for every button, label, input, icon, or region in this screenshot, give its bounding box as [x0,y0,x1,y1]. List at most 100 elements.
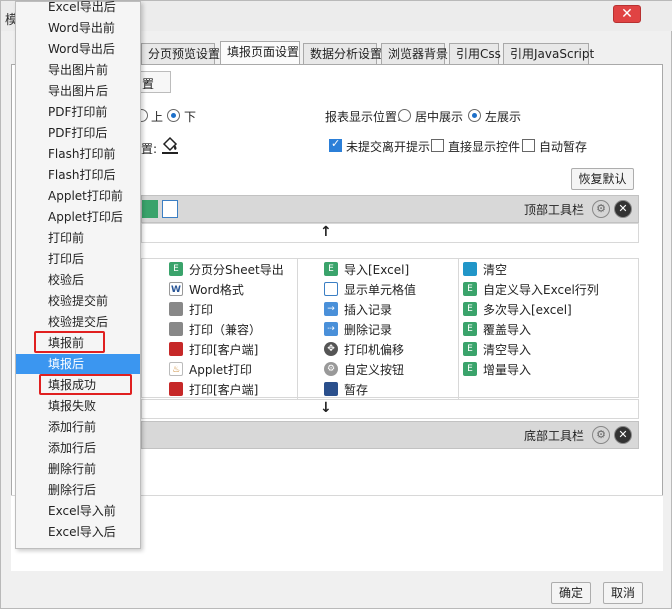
radio-down[interactable] [167,109,180,122]
grid-item[interactable]: E 分页分Sheet导出 [169,259,284,279]
grid-item-label: 插入记录 [344,302,393,317]
grid-item[interactable]: 打印（兼容） [169,319,261,339]
grid-item[interactable]: 打印 [169,299,213,319]
highlight-box-fill-success [39,374,132,395]
excel-import-icon: E [324,262,338,276]
pdf-icon [169,342,183,356]
grid-item[interactable]: E 导入[Excel] [324,259,409,279]
radio-up-label: 上 [151,110,164,124]
dropdown-item[interactable]: 删除行后 [16,480,140,500]
tab-data-analysis[interactable]: 数据分析设置 [303,43,382,65]
delete-row-icon: ⇢ [324,322,338,336]
dropdown-item[interactable]: 导出图片后 [16,81,140,101]
grid-item[interactable]: W Word格式 [169,279,244,299]
grid-item-label: 覆盖导入 [483,322,532,337]
grid-item[interactable]: E 多次导入[excel] [463,299,572,319]
close-icon[interactable]: ✕ [614,426,632,444]
show-controls-checkbox[interactable] [431,139,444,152]
dropdown-item[interactable]: 导出图片前 [16,60,140,80]
chevron-down-icon: ⌄ [142,76,151,87]
dropdown-item[interactable]: 打印后 [16,249,140,269]
radio-left[interactable] [468,109,481,122]
dropdown-item[interactable]: 校验后 [16,270,140,290]
grid-item[interactable]: ⇢ 删除记录 [324,319,392,339]
excel-import-icon: E [463,282,477,296]
auto-save-checkbox[interactable] [522,139,535,152]
applet-icon: ♨ [169,362,183,376]
radio-center[interactable] [398,109,411,122]
cancel-button[interactable]: 取消 [603,582,643,604]
dropdown-item[interactable]: 打印前 [16,228,140,248]
dropdown-item[interactable]: Word导出前 [16,18,140,38]
cell-icon[interactable] [162,200,178,218]
ok-button[interactable]: 确定 [551,582,591,604]
excel-icon[interactable] [142,200,158,218]
button-grid: E 分页分Sheet导出 W Word格式 打印 打印（兼容） 打印[客户端] ♨ A… [141,258,639,399]
event-dropdown: Excel导出后 Word导出前 Word导出后 导出图片前 导出图片后 PDF打印前 PD… [15,0,141,549]
grid-item[interactable]: E 清空导入 [463,339,531,359]
dropdown-item[interactable]: PDF打印后 [16,123,140,143]
arrow-down-icon: ↓ [320,400,332,416]
grid-item[interactable]: 打印[客户端] [169,339,258,359]
grid-item[interactable]: 暂存 [324,379,368,399]
highlight-box-fill-before [34,331,105,353]
dropdown-item[interactable]: 删除行前 [16,459,140,479]
bottom-arrow-row: ↓ [141,399,639,419]
tab-fill-page-settings[interactable]: 填报页面设置 [220,41,300,66]
dropdown-item[interactable]: Applet打印后 [16,207,140,227]
restore-default-button[interactable]: 恢复默认 [571,168,634,190]
grid-item[interactable]: E 自定义导入Excel行列 [463,279,599,299]
grid-divider [297,259,298,399]
tab-browser-bg[interactable]: 浏览器背景 [381,43,448,65]
grid-item[interactable]: E 增量导入 [463,359,531,379]
tab-javascript[interactable]: 引用JavaScript [503,43,594,65]
gear-icon[interactable]: ⚙ [592,426,610,444]
save-icon [324,382,338,396]
unsubmitted-checkbox[interactable] [329,137,342,152]
grid-item[interactable]: 打印[客户端] [169,379,258,399]
dropdown-item[interactable]: 填报后 [16,354,140,374]
grid-item[interactable]: ⚙ 自定义按钮 [324,359,404,379]
move-icon: ✥ [324,342,338,356]
grid-item-label: 多次导入[excel] [483,302,572,317]
gear-icon: ⚙ [324,362,338,376]
close-button[interactable]: ✕ [613,5,641,23]
close-icon[interactable]: ✕ [614,200,632,218]
bottom-toolbar-label: 底部工具栏 [523,428,584,443]
grid-item[interactable]: → 插入记录 [324,299,392,319]
dropdown-item[interactable]: PDF打印前 [16,102,140,122]
grid-item-label: 自定义按钮 [344,362,405,377]
excel-import-icon: E [463,322,477,336]
insert-row-icon: → [324,302,338,316]
dropdown-item[interactable]: Excel导出后 [16,0,140,17]
dropdown-item[interactable]: 填报失败 [16,396,140,416]
grid-item[interactable]: 清空 [463,259,507,279]
dropdown-item[interactable]: Flash打印前 [16,144,140,164]
word-icon: W [169,282,183,296]
dropdown-item[interactable]: 校验提交前 [16,291,140,311]
dropdown-item[interactable]: Excel导入后 [16,522,140,542]
grid-item[interactable]: ✥ 打印机偏移 [324,339,404,359]
dialog-window: 模 ✕ 分页预览设置 填报页面设置 数据分析设置 浏览器背景 引用Css 引用J… [0,0,672,609]
dropdown-item[interactable]: 添加行前 [16,417,140,437]
grid-item[interactable]: 显示单元格值 [324,279,416,299]
dropdown-item[interactable]: Applet打印前 [16,186,140,206]
auto-save-label: 自动暂存 [539,140,588,154]
grid-item[interactable]: E 覆盖导入 [463,319,531,339]
paint-bucket-icon[interactable] [161,135,179,155]
grid-item-label: 暂存 [344,382,369,397]
radio-left-label: 左展示 [485,110,522,124]
dropdown-item[interactable]: Excel导入前 [16,501,140,521]
gear-icon[interactable]: ⚙ [592,200,610,218]
grid-item[interactable]: ♨ Applet打印 [169,359,252,379]
dropdown-item[interactable]: 校验提交后 [16,312,140,332]
grid-item-label: 增量导入 [483,362,532,377]
tab-pagination-preview[interactable]: 分页预览设置 [141,43,220,65]
dropdown-item[interactable]: 添加行后 [16,438,140,458]
grid-item-label: Word格式 [189,282,244,297]
dropdown-item[interactable]: Flash打印后 [16,165,140,185]
dropdown-item[interactable]: Word导出后 [16,39,140,59]
tab-css[interactable]: 引用Css [449,43,501,65]
grid-item-label: 删除记录 [344,322,393,337]
grid-item-label: 打印（兼容） [189,322,262,337]
